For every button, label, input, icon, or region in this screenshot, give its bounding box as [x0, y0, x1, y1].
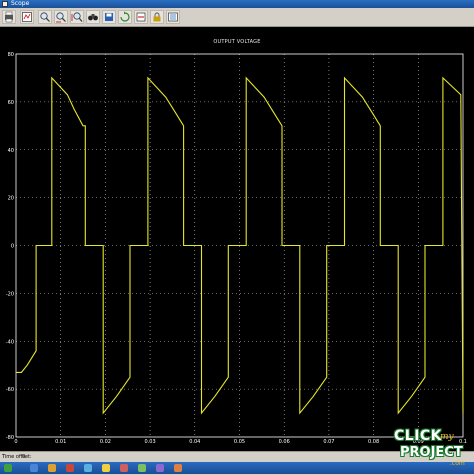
x-tick-label: 0.04 [189, 439, 200, 445]
taskbar-app-icon[interactable] [66, 464, 74, 472]
plot-title: OUTPUT VOLTAGE [213, 39, 261, 45]
taskbar-app-icon[interactable] [156, 464, 164, 472]
taskbar-app-icon[interactable] [84, 464, 92, 472]
y-tick-label: -60 [6, 387, 14, 393]
scope-plot: 0 0.01 0.02 0.03 0.04 0.05 0.06 0.07 0.08 0.09 0.1… [6, 52, 467, 445]
y-tick-label: 60 [8, 100, 14, 106]
y-tick-label: -40 [6, 339, 14, 345]
x-tick-label: 0 [14, 439, 17, 445]
x-tick-label: 0.07 [323, 439, 334, 445]
x-tick-label: 0.06 [279, 439, 290, 445]
taskbar-app-icon[interactable] [30, 464, 38, 472]
y-tick-label: -80 [6, 435, 14, 441]
watermark-logo: CLICK my PROJECT .com [394, 428, 472, 470]
watermark-project: PROJECT [400, 445, 463, 460]
x-tick-label: 0.01 [55, 439, 66, 445]
x-tick-label: 0.03 [145, 439, 156, 445]
y-tick-label: 40 [8, 148, 14, 154]
taskbar-app-icon[interactable] [138, 464, 146, 472]
taskbar-app-icon[interactable] [48, 464, 56, 472]
taskbar-app-icon[interactable] [102, 464, 110, 472]
time-offset-value: 0 [22, 454, 26, 460]
start-icon[interactable] [4, 464, 12, 472]
x-tick-label: 0.05 [234, 439, 245, 445]
time-offset-label: Time offset: [2, 454, 32, 460]
watermark-my: my [440, 432, 454, 442]
x-tick-label: 0.02 [100, 439, 111, 445]
y-tick-label: 80 [8, 52, 14, 58]
watermark-click: CLICK [394, 428, 443, 444]
y-tick-label: -20 [6, 291, 14, 297]
taskbar-app-icon[interactable] [120, 464, 128, 472]
taskbar-app-icon[interactable] [174, 464, 182, 472]
x-tick-label: 0.08 [368, 439, 379, 445]
watermark-com: .com [450, 460, 465, 467]
y-tick-label: 20 [8, 196, 14, 202]
y-tick-label: 0 [11, 244, 14, 250]
